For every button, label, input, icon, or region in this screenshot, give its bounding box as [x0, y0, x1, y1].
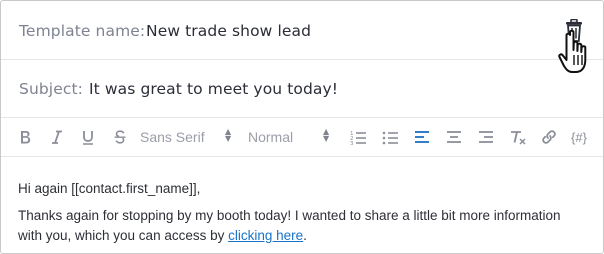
formatting-toolbar: Sans Serif ▲ ▼ Normal ▲ ▼ 1 2 3 {#}	[1, 118, 603, 157]
chevron-updown-icon: ▲ ▼	[225, 127, 232, 143]
subject-row: Subject: It was great to meet you today!	[1, 60, 603, 118]
placeholder-insert-button[interactable]: {#}	[571, 127, 587, 147]
font-size-select[interactable]: Normal	[248, 127, 293, 147]
chevron-updown-icon: ▲ ▼	[323, 127, 330, 143]
subject-label: Subject:	[19, 80, 83, 98]
italic-icon[interactable]	[48, 127, 66, 147]
email-template-editor: Template name: New trade show lead Subje…	[0, 0, 604, 254]
body-line-2-period: .	[303, 228, 307, 243]
body-line-2-text: with you, which you can access by	[18, 228, 229, 243]
template-name-field[interactable]: New trade show lead	[146, 22, 311, 40]
clear-formatting-icon[interactable]	[509, 127, 527, 147]
bullet-list-icon[interactable]	[381, 127, 399, 147]
subject-field[interactable]: It was great to meet you today!	[89, 80, 338, 98]
font-family-select[interactable]: Sans Serif	[140, 127, 205, 147]
align-right-icon[interactable]	[477, 127, 495, 147]
align-left-icon[interactable]	[413, 127, 431, 147]
ordered-list-icon[interactable]: 1 2 3	[349, 127, 367, 147]
template-name-label: Template name:	[19, 22, 146, 40]
underline-icon[interactable]	[79, 127, 97, 147]
greeting-line: Hi again [[contact.first_name]],	[18, 181, 201, 196]
body-line-2: with you, which you can access by clicki…	[18, 228, 307, 243]
bold-icon[interactable]	[16, 127, 34, 147]
clicking-here-link[interactable]: clicking here	[228, 228, 303, 243]
email-body-editor[interactable]: Hi again [[contact.first_name]], Thanks …	[1, 157, 603, 253]
template-name-row: Template name: New trade show lead	[1, 1, 603, 73]
link-icon[interactable]	[540, 127, 558, 147]
svg-text:3: 3	[350, 141, 354, 145]
align-center-icon[interactable]	[445, 127, 463, 147]
body-line-1: Thanks again for stopping by my booth to…	[18, 208, 561, 223]
strikethrough-icon[interactable]	[111, 127, 129, 147]
